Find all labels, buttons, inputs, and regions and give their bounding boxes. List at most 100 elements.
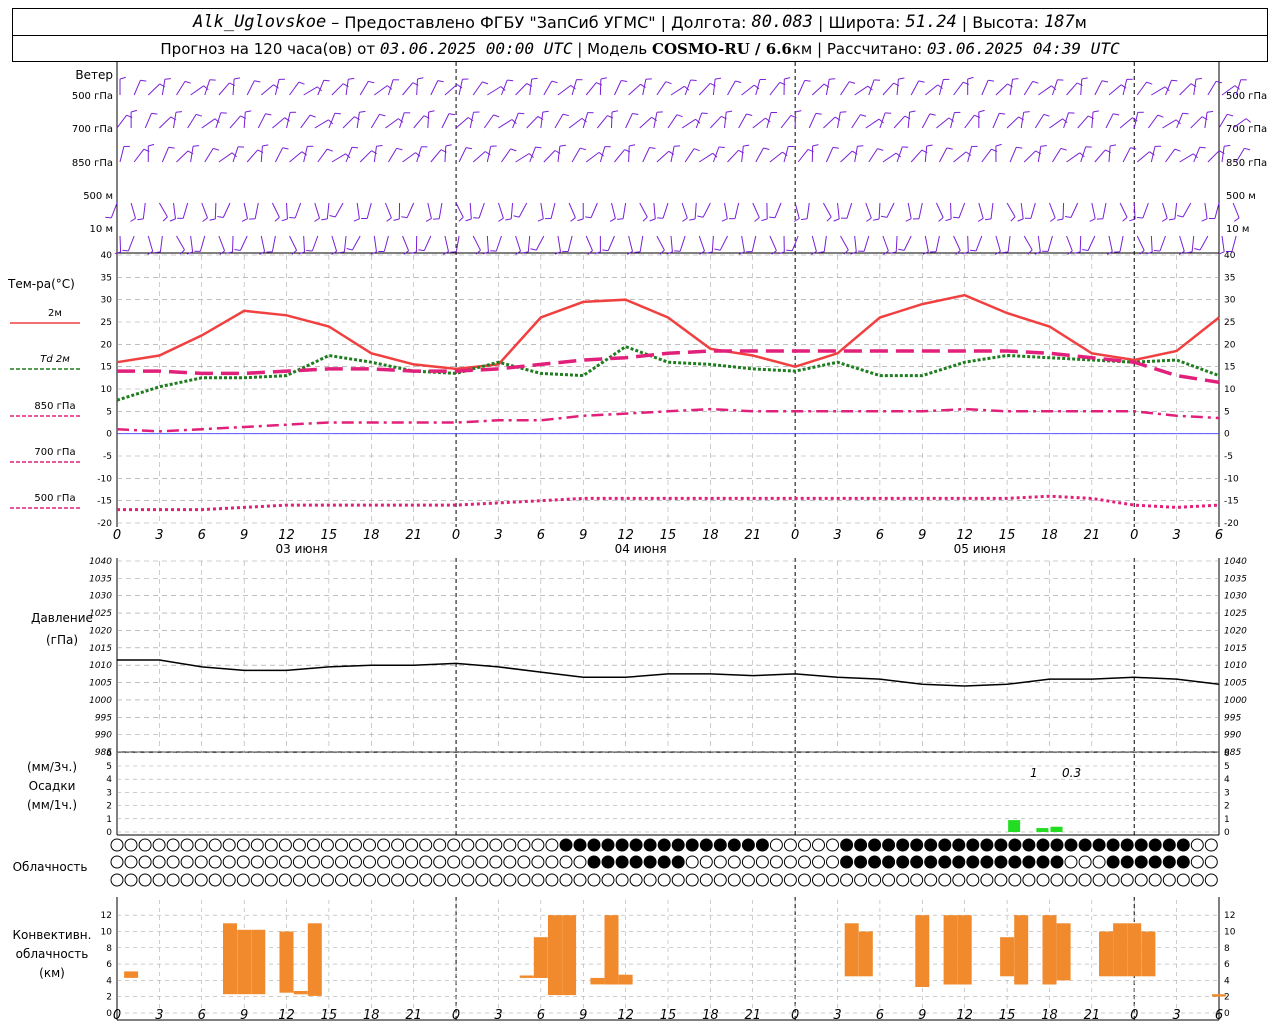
wind-barb-flag xyxy=(718,146,725,148)
wind-barb xyxy=(458,147,467,163)
cloud-cover-icon xyxy=(1078,838,1092,852)
time-tick-label-bottom: 3 xyxy=(494,1008,502,1023)
wind-barb-flag xyxy=(379,113,386,117)
wind-barb xyxy=(469,202,472,220)
precip-annotation: 0.3 xyxy=(1062,766,1081,780)
wind-barb xyxy=(953,151,967,163)
wind-barb xyxy=(622,202,627,219)
time-tick-label-bottom: 3 xyxy=(1172,1008,1180,1023)
wind-barb xyxy=(1190,116,1203,129)
pressure-tick-left: 1010 xyxy=(89,661,112,671)
wind-barb xyxy=(497,202,504,219)
wind-barb xyxy=(427,202,432,219)
wind-barb xyxy=(840,81,850,96)
wind-barb-flag xyxy=(351,146,359,149)
cloud-cover-icon xyxy=(152,855,166,869)
temp-tick-left: 40 xyxy=(101,251,113,261)
wind-barb xyxy=(882,152,897,163)
wind-barb xyxy=(628,145,630,163)
wind-barb-flag xyxy=(632,113,639,115)
wind-barb-flag xyxy=(530,248,537,251)
wind-barb-flag xyxy=(209,218,216,221)
cloud-cover-icon xyxy=(208,838,222,852)
cloud-cover-icon xyxy=(980,855,994,869)
cloud-cover-icon xyxy=(615,855,629,869)
cloud-cover-icon xyxy=(419,855,433,869)
cloud-cover-icon xyxy=(363,873,376,887)
wind-barb xyxy=(568,118,583,129)
wind-barb xyxy=(727,149,739,163)
wind-barb xyxy=(1066,82,1078,96)
wind-barb xyxy=(486,146,492,163)
pressure-tick-left: 995 xyxy=(95,713,112,723)
cloud-cover-icon xyxy=(559,838,573,852)
time-tick-label: 3 xyxy=(833,528,841,543)
wind-barb xyxy=(351,235,361,251)
wind-barb xyxy=(239,235,248,251)
cloud-cover-icon xyxy=(180,838,194,852)
cloud-cover-icon xyxy=(419,873,433,887)
wind-barb-flag xyxy=(195,113,203,117)
temp-tick-right: 40 xyxy=(1224,251,1236,261)
precip-label: Осадки xyxy=(29,779,76,793)
cloud-cover-icon xyxy=(545,838,559,852)
wind-barb xyxy=(1102,202,1107,219)
wind-barb xyxy=(878,202,881,220)
wind-barb xyxy=(953,81,964,96)
cloud-cover-icon xyxy=(812,838,825,852)
precip-tick-left: 6 xyxy=(106,749,112,759)
wind-barb-flag xyxy=(465,218,472,222)
wind-barb xyxy=(1087,235,1096,251)
cloud-cover-icon xyxy=(138,855,152,869)
time-tick-label: 6 xyxy=(876,528,884,543)
convective-bar xyxy=(1099,931,1113,977)
wind-barb xyxy=(797,80,806,96)
wind-barb xyxy=(662,202,669,219)
conv-tick-left: 8 xyxy=(106,944,112,954)
cloud-cover-icon xyxy=(377,855,391,869)
wind-barb-flag xyxy=(611,110,619,113)
cloud-cover-icon xyxy=(391,855,405,869)
time-tick-label-bottom: 12 xyxy=(278,1008,295,1023)
convective-bar xyxy=(223,923,237,995)
wind-barb-flag xyxy=(1110,144,1117,147)
wind-barb-flag xyxy=(1139,250,1145,255)
wind-barb xyxy=(1020,202,1024,219)
cloud-cover-icon xyxy=(503,873,517,887)
precip-annotation: 1 xyxy=(1030,766,1038,780)
pressure-tick-left: 1030 xyxy=(89,592,112,602)
cloud-cover-icon xyxy=(278,873,292,887)
time-tick-label: 6 xyxy=(537,528,545,543)
wind-barb xyxy=(1047,235,1053,252)
wind-barb xyxy=(218,82,230,96)
wind-level-label-right: 850 гПа xyxy=(1226,158,1267,169)
cloud-cover-icon xyxy=(896,838,910,852)
wind-barb-flag xyxy=(202,217,208,222)
wind-barb xyxy=(529,79,533,96)
wind-barb-flag xyxy=(1016,146,1023,149)
wind-barb-flag xyxy=(801,218,808,221)
wind-barb xyxy=(286,112,291,129)
wind-barb xyxy=(656,81,667,96)
wind-barb xyxy=(1091,111,1094,129)
cloud-cover-icon xyxy=(910,855,924,869)
cloud-cover-icon xyxy=(1036,873,1050,887)
wind-barb xyxy=(607,235,615,251)
wind-barb xyxy=(774,202,782,218)
wind-barb xyxy=(303,235,305,253)
wind-level-label-left: 850 гПа xyxy=(72,158,113,169)
wind-barb xyxy=(334,202,344,218)
time-tick-label: 9 xyxy=(579,528,587,543)
wind-barb xyxy=(356,202,360,219)
cloud-cover-icon xyxy=(489,855,503,869)
cloud-cover-icon xyxy=(994,873,1008,887)
wind-barb xyxy=(863,235,870,252)
cloud-cover-icon xyxy=(545,855,559,869)
wind-barb xyxy=(317,148,328,163)
cloud-cover-icon xyxy=(573,855,587,869)
wind-barb xyxy=(628,235,633,252)
wind-barb xyxy=(314,119,329,129)
cloud-cover-icon xyxy=(854,855,868,869)
wind-barb xyxy=(406,202,415,218)
wind-barb-flag xyxy=(898,248,905,251)
